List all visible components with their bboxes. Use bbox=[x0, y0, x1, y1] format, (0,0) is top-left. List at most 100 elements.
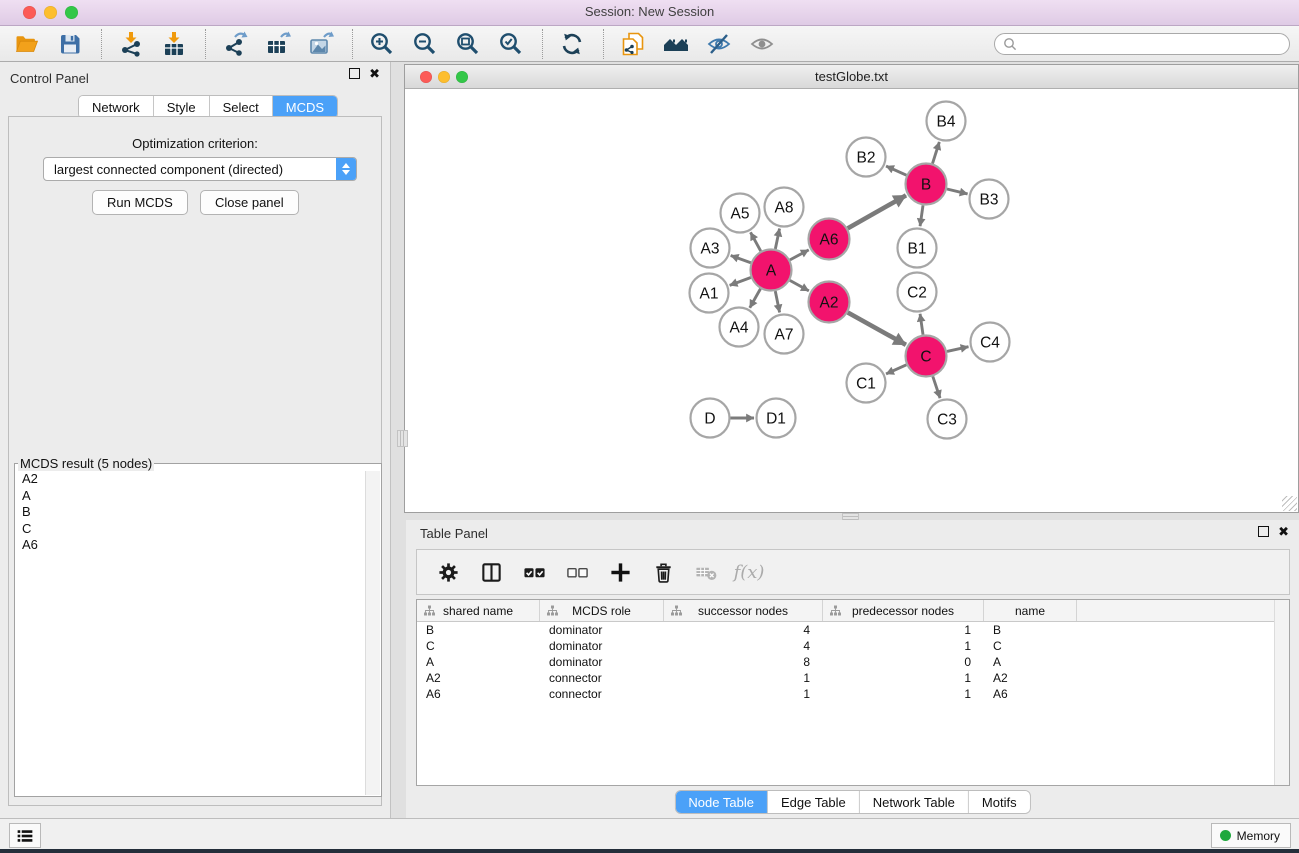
close-panel-button[interactable]: Close panel bbox=[200, 190, 299, 215]
graph-node-B[interactable]: B bbox=[906, 164, 947, 205]
delete-icon[interactable] bbox=[650, 559, 676, 585]
splitpane-grip-vertical[interactable] bbox=[397, 430, 408, 447]
graph-edge-A-A5[interactable] bbox=[751, 232, 761, 251]
search-box[interactable] bbox=[994, 33, 1290, 55]
import-table-icon[interactable] bbox=[160, 30, 188, 58]
mcds-result-item[interactable]: A6 bbox=[16, 537, 366, 554]
table-cell[interactable]: A bbox=[984, 655, 1077, 669]
export-table-icon[interactable] bbox=[264, 30, 292, 58]
table-cell[interactable]: 1 bbox=[823, 687, 984, 701]
table-cell[interactable]: 4 bbox=[664, 639, 823, 653]
graph-node-C1[interactable]: C1 bbox=[847, 364, 886, 403]
table-cell[interactable]: dominator bbox=[540, 639, 664, 653]
result-scrollbar[interactable] bbox=[365, 471, 380, 795]
table-row[interactable]: Bdominator41B bbox=[417, 622, 1289, 638]
zoom-out-icon[interactable] bbox=[411, 30, 439, 58]
graph-node-B2[interactable]: B2 bbox=[847, 138, 886, 177]
apply-layout-icon[interactable] bbox=[558, 30, 586, 58]
graph-edge-A6-B[interactable] bbox=[848, 195, 906, 228]
graph-node-B4[interactable]: B4 bbox=[927, 102, 966, 141]
graph-node-A4[interactable]: A4 bbox=[720, 308, 759, 347]
table-row[interactable]: Cdominator41C bbox=[417, 638, 1289, 654]
float-panel-icon[interactable] bbox=[349, 68, 360, 79]
graph-node-C3[interactable]: C3 bbox=[928, 400, 967, 439]
table-scrollbar[interactable] bbox=[1274, 600, 1289, 785]
mcds-result-item[interactable]: B bbox=[16, 504, 366, 521]
graph-node-A3[interactable]: A3 bbox=[691, 229, 730, 268]
deselect-all-icon[interactable] bbox=[564, 559, 590, 585]
graph-node-A7[interactable]: A7 bbox=[765, 315, 804, 354]
network-canvas[interactable]: AA1A3A4A5A7A8A6A2BB1B2B3B4CC1C2C3C4DD1 bbox=[405, 89, 1298, 512]
graph-edge-A-A3[interactable] bbox=[731, 255, 751, 262]
export-network-icon[interactable] bbox=[221, 30, 249, 58]
table-cell[interactable]: 1 bbox=[823, 639, 984, 653]
tab-style[interactable]: Style bbox=[154, 96, 210, 118]
graph-edge-B-B3[interactable] bbox=[947, 189, 968, 194]
table-cell[interactable]: dominator bbox=[540, 655, 664, 669]
graph-edge-C-C3[interactable] bbox=[933, 376, 940, 398]
show-all-icon[interactable] bbox=[748, 30, 776, 58]
tab-network[interactable]: Network bbox=[79, 96, 154, 118]
column-header-MCDS-role[interactable]: MCDS role bbox=[540, 600, 664, 621]
columns-icon[interactable] bbox=[478, 559, 504, 585]
graph-edge-A-A7[interactable] bbox=[775, 291, 779, 312]
graph-edge-C-C2[interactable] bbox=[920, 314, 923, 335]
graph-node-D[interactable]: D bbox=[691, 399, 730, 438]
graph-node-C[interactable]: C bbox=[906, 336, 947, 377]
table-cell[interactable]: B bbox=[984, 623, 1077, 637]
graph-edge-A2-C[interactable] bbox=[848, 312, 906, 344]
add-icon[interactable] bbox=[607, 559, 633, 585]
tab-node-table[interactable]: Node Table bbox=[675, 791, 768, 813]
settings-icon[interactable] bbox=[435, 559, 461, 585]
table-cell[interactable]: connector bbox=[540, 671, 664, 685]
graph-edge-A-A4[interactable] bbox=[750, 289, 761, 308]
table-cell[interactable]: C bbox=[417, 639, 540, 653]
graph-node-A5[interactable]: A5 bbox=[721, 194, 760, 233]
save-session-icon[interactable] bbox=[56, 30, 84, 58]
graph-edge-A-A8[interactable] bbox=[775, 229, 779, 249]
graph-node-C2[interactable]: C2 bbox=[898, 273, 937, 312]
search-input[interactable] bbox=[1017, 36, 1289, 52]
graph-node-A6[interactable]: A6 bbox=[809, 219, 850, 260]
graph-edge-A-A1[interactable] bbox=[730, 277, 751, 285]
table-row[interactable]: A2connector11A2 bbox=[417, 670, 1289, 686]
table-cell[interactable]: A bbox=[417, 655, 540, 669]
export-image-icon[interactable] bbox=[307, 30, 335, 58]
table-cell[interactable]: 1 bbox=[664, 671, 823, 685]
table-cell[interactable]: 1 bbox=[664, 687, 823, 701]
mcds-result-item[interactable]: A2 bbox=[16, 471, 366, 488]
tab-network-table[interactable]: Network Table bbox=[860, 791, 969, 813]
column-header-predecessor-nodes[interactable]: predecessor nodes bbox=[823, 600, 984, 621]
tab-motifs[interactable]: Motifs bbox=[969, 791, 1030, 813]
memory-button[interactable]: Memory bbox=[1211, 823, 1291, 848]
table-cell[interactable]: C bbox=[984, 639, 1077, 653]
table-cell[interactable]: 1 bbox=[823, 623, 984, 637]
table-cell[interactable]: dominator bbox=[540, 623, 664, 637]
table-row[interactable]: Adominator80A bbox=[417, 654, 1289, 670]
float-table-panel-icon[interactable] bbox=[1258, 526, 1269, 537]
column-header-shared-name[interactable]: shared name bbox=[417, 600, 540, 621]
zoom-fit-icon[interactable] bbox=[454, 30, 482, 58]
graph-edge-C-C1[interactable] bbox=[886, 365, 906, 374]
home-icon[interactable] bbox=[662, 30, 690, 58]
tab-mcds[interactable]: MCDS bbox=[273, 96, 337, 118]
graph-edge-A-A2[interactable] bbox=[790, 280, 809, 291]
column-header-name[interactable]: name bbox=[984, 600, 1077, 621]
import-network-icon[interactable] bbox=[117, 30, 145, 58]
tab-select[interactable]: Select bbox=[210, 96, 273, 118]
select-all-icon[interactable] bbox=[521, 559, 547, 585]
table-cell[interactable]: A6 bbox=[417, 687, 540, 701]
table-row[interactable]: A6connector11A6 bbox=[417, 686, 1289, 702]
tab-edge-table[interactable]: Edge Table bbox=[768, 791, 860, 813]
graph-node-A8[interactable]: A8 bbox=[765, 188, 804, 227]
mcds-result-item[interactable]: C bbox=[16, 521, 366, 538]
hide-selected-icon[interactable] bbox=[705, 30, 733, 58]
graph-node-C4[interactable]: C4 bbox=[971, 323, 1010, 362]
graph-edge-B-B4[interactable] bbox=[933, 142, 940, 164]
close-panel-icon[interactable]: ✖ bbox=[369, 69, 380, 79]
column-header-successor-nodes[interactable]: successor nodes bbox=[664, 600, 823, 621]
clone-network-icon[interactable] bbox=[619, 30, 647, 58]
open-file-icon[interactable] bbox=[13, 30, 41, 58]
table-cell[interactable]: 1 bbox=[823, 671, 984, 685]
table-cell[interactable]: 0 bbox=[823, 655, 984, 669]
